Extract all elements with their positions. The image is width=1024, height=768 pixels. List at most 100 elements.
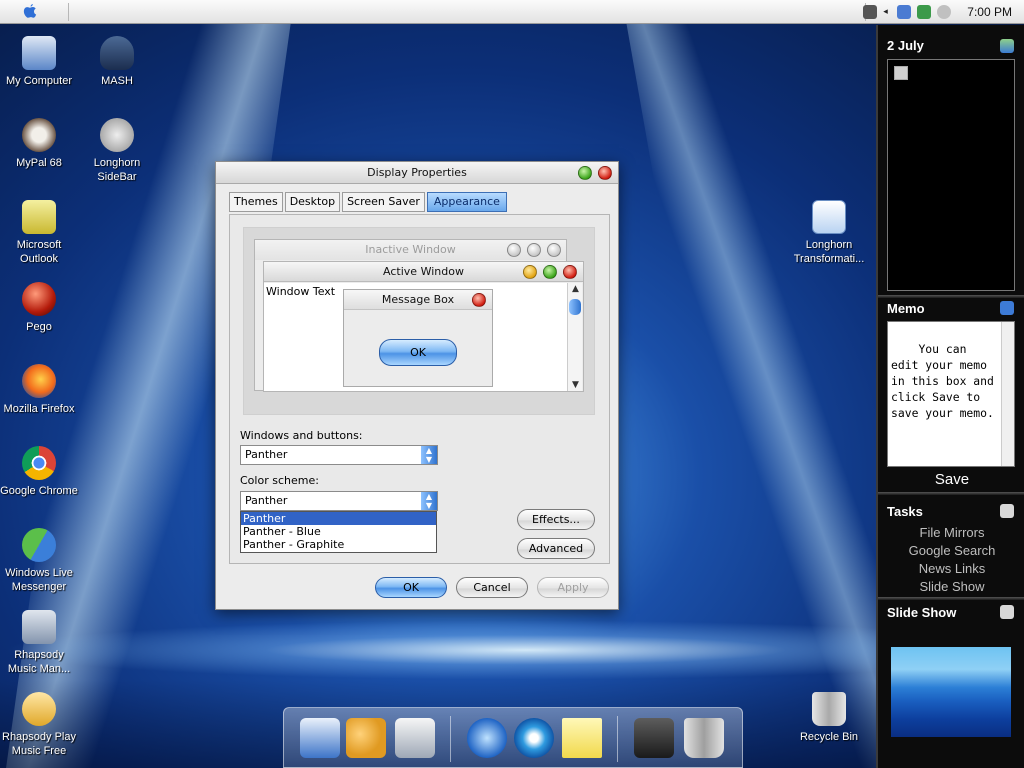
task-google-search[interactable]: Google Search: [878, 543, 1024, 558]
settings-icon[interactable]: [634, 718, 674, 758]
tray-expand-icon[interactable]: ◂: [883, 5, 891, 19]
memo-icon[interactable]: [1000, 301, 1014, 315]
desktop-icon-label: Pego: [26, 321, 52, 333]
memo-save-button[interactable]: Save: [878, 471, 1024, 488]
media-player-icon[interactable]: [514, 718, 554, 758]
desktop-icon-recycle-bin[interactable]: Recycle Bin: [789, 692, 869, 744]
cancel-button[interactable]: Cancel: [456, 577, 528, 598]
desktop-icon-label: Rhapsody Music Man...: [7, 649, 71, 675]
calendar-icon[interactable]: [1000, 39, 1014, 53]
color-scheme-option[interactable]: Panther: [241, 512, 436, 525]
memo-text: You can edit your memo in this box and c…: [891, 342, 1001, 420]
window-titlebar[interactable]: Display Properties: [216, 162, 618, 184]
desktop-icon-label: Mozilla Firefox: [3, 403, 75, 415]
preview-message-box: Message Box OK: [343, 289, 493, 387]
desktop-icon-rhapsody-manager[interactable]: Rhapsody Music Man...: [0, 610, 79, 676]
desktop-icon-my-computer[interactable]: My Computer: [0, 36, 79, 88]
scroll-thumb: [569, 299, 581, 315]
apple-menu-icon[interactable]: [22, 3, 38, 20]
preview-active-title-text: Active Window: [383, 265, 464, 278]
display-properties-window: Display Properties Themes Desktop Screen…: [215, 161, 619, 610]
desktop-icon-label: Google Chrome: [0, 485, 78, 497]
clock[interactable]: 7:00 PM: [967, 5, 1012, 19]
memo-textarea[interactable]: You can edit your memo in this box and c…: [887, 321, 1015, 467]
computer-icon[interactable]: [300, 718, 340, 758]
desktop-icon-mash[interactable]: MASH: [77, 36, 157, 88]
recycle-bin-icon: [812, 692, 846, 726]
system-tray: ◂ 7:00 PM: [863, 0, 1024, 24]
desktop-icon-label: Windows Live Messenger: [5, 567, 73, 593]
tab-screen-saver[interactable]: Screen Saver: [342, 192, 425, 212]
task-slide-show[interactable]: Slide Show: [878, 579, 1024, 594]
task-news-links[interactable]: News Links: [878, 561, 1024, 576]
tab-themes[interactable]: Themes: [229, 192, 283, 212]
tab-desktop[interactable]: Desktop: [284, 192, 341, 212]
desktop-icon-label: Rhapsody Play Music Free: [2, 731, 76, 757]
tab-bar: Themes Desktop Screen Saver Appearance: [229, 192, 507, 212]
desktop-icon-messenger[interactable]: Windows Live Messenger: [0, 528, 79, 594]
windows-buttons-select[interactable]: Panther ▲ ▼: [240, 445, 438, 465]
internet-explorer-icon[interactable]: [467, 718, 507, 758]
dock: [283, 707, 743, 768]
preview-message-close-icon: [472, 293, 486, 307]
users-icon[interactable]: [346, 718, 386, 758]
messenger-icon: [22, 528, 56, 562]
advanced-button[interactable]: Advanced: [517, 538, 595, 559]
task-file-mirrors[interactable]: File Mirrors: [878, 525, 1024, 540]
effects-button[interactable]: Effects...: [517, 509, 595, 530]
scanner-icon[interactable]: [395, 718, 435, 758]
desktop-icon-label: Longhorn Transformati...: [793, 239, 865, 265]
desktop-icon-label: Recycle Bin: [799, 731, 859, 743]
outlook-icon: [22, 200, 56, 234]
close-button[interactable]: [598, 166, 612, 180]
keyboard-icon[interactable]: [863, 5, 878, 19]
desktop-icon-outlook[interactable]: Microsoft Outlook: [0, 200, 79, 266]
desktop-icon-firefox[interactable]: Mozilla Firefox: [0, 364, 79, 416]
slideshow-icon[interactable]: [1000, 605, 1014, 619]
desktop-icon-longhorn-sidebar[interactable]: Longhorn SideBar: [77, 118, 157, 184]
mash-icon: [100, 36, 134, 70]
menu-separator: [68, 3, 69, 21]
desktop-icon-rhapsody-play[interactable]: Rhapsody Play Music Free: [0, 692, 79, 758]
desktop-icon-longhorn-transformation[interactable]: Longhorn Transformati...: [789, 200, 869, 266]
scroll-up-icon: ▲: [572, 284, 579, 294]
ok-button[interactable]: OK: [375, 577, 447, 598]
mypal-icon: [22, 118, 56, 152]
desktop-icon-pego[interactable]: Pego: [0, 282, 79, 334]
select-arrows-icon: ▲ ▼: [421, 446, 437, 464]
calendar-panel: [887, 59, 1015, 291]
rhapsody-play-icon: [22, 692, 56, 726]
memo-scrollbar[interactable]: [1001, 322, 1014, 466]
image-placeholder-icon: [894, 66, 908, 80]
trash-icon[interactable]: [684, 718, 724, 758]
preview-inactive-title: Inactive Window: [255, 240, 566, 260]
preview-close-icon: [563, 265, 577, 279]
preview-active-window: Active Window Window Text ▲ ▼ Message Bo…: [263, 261, 584, 392]
zoom-button[interactable]: [578, 166, 592, 180]
preview-window-text: Window Text: [266, 285, 336, 298]
messenger-tray-icon[interactable]: [917, 5, 932, 19]
notes-icon[interactable]: [562, 718, 602, 758]
appearance-preview: Inactive Window Active Window Window Tex…: [243, 227, 595, 415]
network-icon[interactable]: [897, 5, 912, 19]
color-scheme-option[interactable]: Panther - Blue: [241, 525, 436, 538]
apply-button[interactable]: Apply: [537, 577, 609, 598]
calendar-date: 2 July: [887, 38, 924, 53]
sidebar: 2 July Memo You can edit your memo in th…: [876, 25, 1024, 768]
volume-icon[interactable]: [937, 5, 952, 19]
color-scheme-select[interactable]: Panther ▲ ▼: [240, 491, 438, 511]
tab-appearance[interactable]: Appearance: [426, 192, 507, 212]
slideshow-title: Slide Show: [887, 605, 957, 620]
windows-buttons-value: Panther: [245, 448, 288, 461]
window-title: Display Properties: [367, 166, 467, 179]
desktop-icon-mypal[interactable]: MyPal 68: [0, 118, 79, 170]
slideshow-image[interactable]: [891, 647, 1011, 737]
sidebar-divider: [878, 295, 1024, 298]
pego-icon: [22, 282, 56, 316]
tasks-icon[interactable]: [1000, 504, 1014, 518]
desktop-icon-chrome[interactable]: Google Chrome: [0, 446, 79, 498]
color-scheme-value: Panther: [245, 494, 288, 507]
color-scheme-option[interactable]: Panther - Graphite: [241, 538, 436, 551]
preview-inactive-minimize-icon: [507, 243, 521, 257]
sidebar-divider: [878, 597, 1024, 600]
